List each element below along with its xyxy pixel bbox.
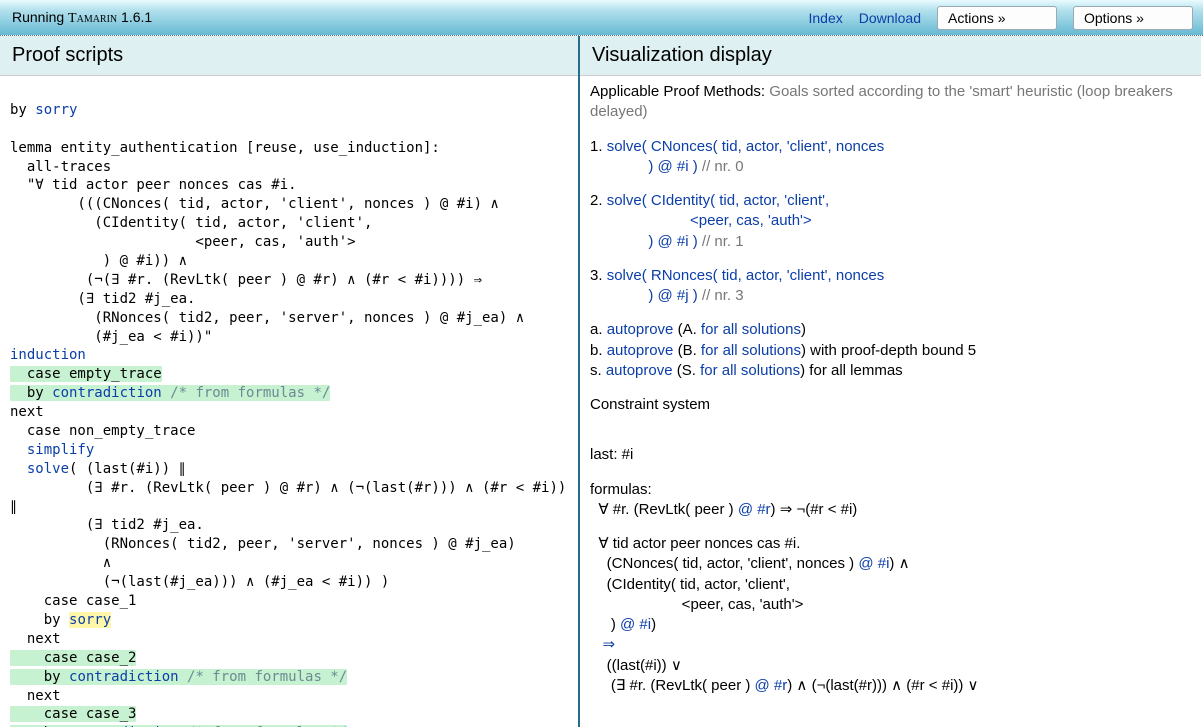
- autoprove-a[interactable]: a. autoprove (A. for all solutions): [590, 320, 1191, 340]
- tool-version: 1.6.1: [117, 9, 152, 25]
- formula-line: (∃ #r. (RevLtk( peer ) @ #r) ∧ (¬(last(#…: [590, 676, 1191, 696]
- download-link[interactable]: Download: [859, 10, 921, 26]
- sorry-link[interactable]: sorry: [69, 612, 111, 628]
- visualization-body: Applicable Proof Methods: Goals sorted a…: [580, 76, 1201, 727]
- solve-link[interactable]: solve: [607, 267, 642, 284]
- solve-link[interactable]: solve: [607, 192, 642, 209]
- formula-line: (¬(∃ #r. (RevLtk( peer ) @ #r) ∧ (#r < #…: [10, 272, 482, 288]
- case-non-empty: case non_empty_trace: [10, 423, 195, 439]
- for-all-solutions-link[interactable]: for all solutions: [701, 321, 801, 338]
- formula-line: <peer, cas, 'auth'>: [10, 234, 356, 250]
- options-button[interactable]: Options »: [1073, 6, 1193, 30]
- formula-line: (RNonces( tid2, peer, 'server', nonces )…: [10, 536, 516, 552]
- method-3[interactable]: 3. solve( RNonces( tid, actor, 'client',…: [590, 266, 1191, 307]
- formula-line: (∃ #r. (RevLtk( peer ) @ #r) ∧ (¬(last(#…: [10, 480, 566, 496]
- proof-scripts-panel: Proof scripts by sorry lemma entity_auth…: [0, 36, 580, 727]
- index-link[interactable]: Index: [808, 10, 842, 26]
- implies-line: ⇒: [590, 635, 1191, 655]
- next-kw: next: [10, 688, 61, 704]
- autoprove-link[interactable]: autoprove: [607, 321, 674, 338]
- running-prefix: Running: [12, 9, 68, 25]
- formula-line: <peer, cas, 'auth'>: [590, 595, 1191, 615]
- formula-line: (CIdentity( tid, actor, 'client',: [10, 215, 372, 231]
- by-contradiction-1[interactable]: by contradiction /* from formulas */: [10, 385, 330, 401]
- sorry-link[interactable]: sorry: [35, 102, 77, 118]
- formula-line: (((CNonces( tid, actor, 'client', nonces…: [10, 196, 499, 212]
- method-1[interactable]: 1. solve( CNonces( tid, actor, 'client',…: [590, 137, 1191, 178]
- formula-line: (#j_ea < #i))": [10, 329, 212, 345]
- formula-line: (∃ tid2 #j_ea.: [10, 291, 195, 307]
- from-formulas-comment: /* from formulas */: [179, 669, 348, 685]
- last-line: last: #i: [590, 445, 1191, 465]
- for-all-solutions-link[interactable]: for all solutions: [701, 342, 801, 359]
- formula-line: ∥: [10, 499, 17, 515]
- solve-line: solve( (last(#i)) ∥: [10, 461, 186, 477]
- autoprove-link[interactable]: autoprove: [607, 342, 674, 359]
- contradiction-link[interactable]: contradiction: [69, 669, 179, 685]
- simplify-link[interactable]: simplify: [27, 442, 94, 458]
- top-bar: Running Tamarin 1.6.1 Index Download Act…: [0, 0, 1203, 36]
- visualization-panel: Visualization display Applicable Proof M…: [580, 36, 1201, 727]
- formula-line: (¬(last(#j_ea))) ∧ (#j_ea < #i)) ): [10, 574, 389, 590]
- running-label: Running Tamarin 1.6.1: [12, 9, 152, 27]
- actions-button[interactable]: Actions »: [937, 6, 1057, 30]
- formula-line: (∃ tid2 #j_ea.: [10, 517, 204, 533]
- formula-line: (CNonces( tid, actor, 'client', nonces )…: [590, 554, 1191, 574]
- case-1: case case_1: [10, 593, 136, 609]
- top-right-cluster: Index Download Actions » Options »: [808, 0, 1193, 36]
- for-all-solutions-link[interactable]: for all solutions: [700, 362, 800, 379]
- proof-scripts-body: by sorry lemma entity_authentication [re…: [0, 76, 578, 727]
- formula-line: ((last(#i)) ∨: [590, 656, 1191, 676]
- visualization-header: Visualization display: [580, 36, 1201, 76]
- formulas-label: formulas:: [590, 480, 1191, 500]
- solve-link[interactable]: solve: [607, 138, 642, 155]
- solve-link[interactable]: solve: [27, 461, 69, 477]
- constraint-system-header: Constraint system: [590, 395, 1191, 415]
- next-kw: next: [10, 631, 61, 647]
- formula-line: (CIdentity( tid, actor, 'client',: [590, 575, 1191, 595]
- case-2[interactable]: case case_2: [10, 650, 136, 666]
- autoprove-s[interactable]: s. autoprove (S. for all solutions) for …: [590, 361, 1191, 381]
- workspace: Proof scripts by sorry lemma entity_auth…: [0, 36, 1203, 727]
- by-sorry-line: by sorry: [10, 612, 111, 628]
- induction-link[interactable]: induction: [10, 347, 86, 363]
- by-contradiction-2[interactable]: by contradiction /* from formulas */: [10, 669, 347, 685]
- case-empty-trace[interactable]: case empty_trace: [10, 366, 162, 382]
- proof-scripts-header: Proof scripts: [0, 36, 578, 76]
- quantifier: "∀ tid actor peer nonces cas #i.: [10, 177, 297, 193]
- formula-line: ) @ #i): [590, 615, 1191, 635]
- next-kw: next: [10, 404, 44, 420]
- case-3[interactable]: case case_3: [10, 706, 136, 722]
- autoprove-b[interactable]: b. autoprove (B. for all solutions) with…: [590, 341, 1191, 361]
- formula-line: ∀ tid actor peer nonces cas #i.: [590, 534, 1191, 554]
- formula-line: ∀ #r. (RevLtk( peer ) @ #r) ⇒ ¬(#r < #i): [590, 500, 1191, 520]
- apm-heading: Applicable Proof Methods: Goals sorted a…: [590, 82, 1191, 123]
- formula-line: ∧: [10, 555, 111, 571]
- by-line: by sorry: [10, 102, 77, 118]
- tool-name: Tamarin: [68, 11, 117, 26]
- lemma-entity-auth: lemma entity_authentication [reuse, use_…: [10, 140, 440, 156]
- formula-line: ) @ #i)) ∧: [10, 253, 187, 269]
- from-formulas-comment: /* from formulas */: [162, 385, 331, 401]
- contradiction-link[interactable]: contradiction: [52, 385, 162, 401]
- all-traces: all-traces: [10, 159, 111, 175]
- autoprove-link[interactable]: autoprove: [606, 362, 673, 379]
- method-2[interactable]: 2. solve( CIdentity( tid, actor, 'client…: [590, 191, 1191, 252]
- formula-line: (RNonces( tid2, peer, 'server', nonces )…: [10, 310, 524, 326]
